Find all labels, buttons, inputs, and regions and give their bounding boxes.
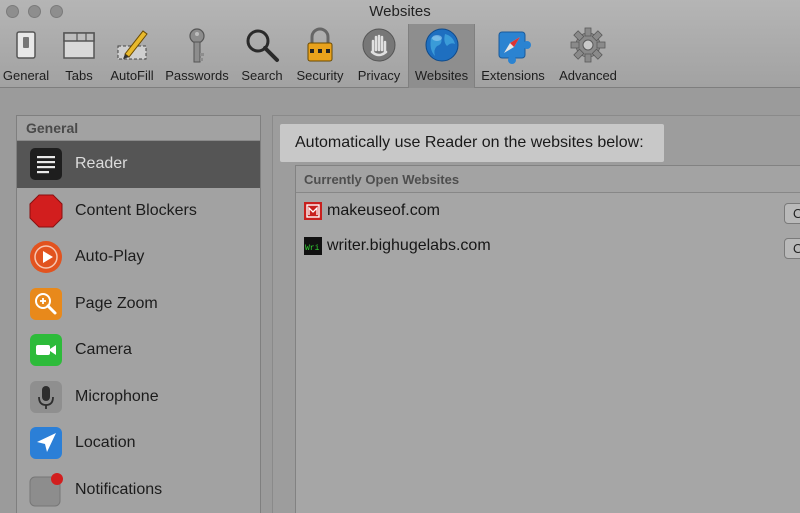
toolbar-tab-advanced[interactable]: Advanced bbox=[553, 24, 623, 88]
writer-favicon: Wri bbox=[304, 237, 322, 255]
sidebar-item-auto-play[interactable]: Auto-Play bbox=[17, 234, 260, 281]
toolbar-tab-tabs[interactable]: Tabs bbox=[53, 24, 105, 88]
tabs-icon bbox=[63, 32, 95, 59]
toolbar-tab-passwords[interactable]: Passwords bbox=[161, 24, 233, 88]
microphone-icon bbox=[30, 380, 62, 413]
gear-icon bbox=[570, 27, 606, 63]
globe-icon bbox=[425, 28, 458, 62]
toolbar-tab-extensions[interactable]: Extensions bbox=[477, 24, 549, 88]
padlock-icon bbox=[307, 27, 333, 62]
websites-table: Currently Open Websites makeuseof.com O … bbox=[295, 165, 800, 513]
toolbar-tab-security[interactable]: Security bbox=[291, 24, 349, 88]
location-arrow-icon bbox=[30, 427, 62, 460]
site-reader-setting-popup[interactable]: O bbox=[784, 238, 800, 259]
play-icon bbox=[30, 241, 62, 274]
sidebar-item-notifications[interactable]: Notifications bbox=[17, 467, 260, 513]
hand-icon bbox=[362, 28, 396, 62]
svg-text:Wri: Wri bbox=[305, 244, 320, 253]
site-reader-setting-popup[interactable]: O bbox=[784, 203, 800, 224]
camera-icon bbox=[30, 334, 62, 367]
sidebar-item-camera[interactable]: Camera bbox=[17, 327, 260, 374]
table-row[interactable]: makeuseof.com O bbox=[296, 193, 800, 228]
sidebar-item-reader[interactable]: Reader bbox=[17, 141, 260, 188]
zoom-icon bbox=[30, 287, 62, 320]
reader-lines-icon bbox=[30, 148, 62, 181]
toolbar-tab-privacy[interactable]: Privacy bbox=[352, 24, 406, 88]
sidebar-item-location[interactable]: Location bbox=[17, 420, 260, 467]
key-icon bbox=[189, 28, 205, 63]
toolbar-tab-general[interactable]: General bbox=[0, 24, 52, 88]
table-row[interactable]: Wri writer.bighugelabs.com O bbox=[296, 228, 800, 263]
autofill-pencil-icon bbox=[117, 30, 148, 60]
sidebar-item-microphone[interactable]: Microphone bbox=[17, 374, 260, 421]
toolbar-tab-websites[interactable]: Websites bbox=[408, 24, 475, 88]
general-switch-icon bbox=[16, 31, 36, 59]
site-name: makeuseof.com bbox=[327, 202, 440, 219]
table-section-header: Currently Open Websites bbox=[296, 166, 800, 193]
panel-headline: Automatically use Reader on the websites… bbox=[295, 134, 644, 151]
site-name: writer.bighugelabs.com bbox=[327, 237, 491, 254]
stop-sign-icon bbox=[29, 194, 63, 228]
magnifier-icon bbox=[246, 29, 279, 62]
toolbar-tab-autofill[interactable]: AutoFill bbox=[106, 24, 158, 88]
preferences-toolbar: Websites General Tabs AutoFill Passwords… bbox=[0, 0, 800, 88]
sidebar-item-content-blockers[interactable]: Content Blockers bbox=[17, 188, 260, 235]
puzzle-compass-icon bbox=[498, 31, 531, 64]
notifications-icon bbox=[29, 472, 63, 507]
sidebar-item-page-zoom[interactable]: Page Zoom bbox=[17, 281, 260, 328]
sidebar-section-header: General bbox=[17, 116, 260, 141]
window-title: Websites bbox=[369, 3, 431, 20]
websites-sidebar: General Reader Content Blockers Auto-Pla… bbox=[16, 115, 261, 513]
toolbar-tab-search[interactable]: Search bbox=[236, 24, 288, 88]
makeuseof-favicon bbox=[304, 202, 322, 220]
